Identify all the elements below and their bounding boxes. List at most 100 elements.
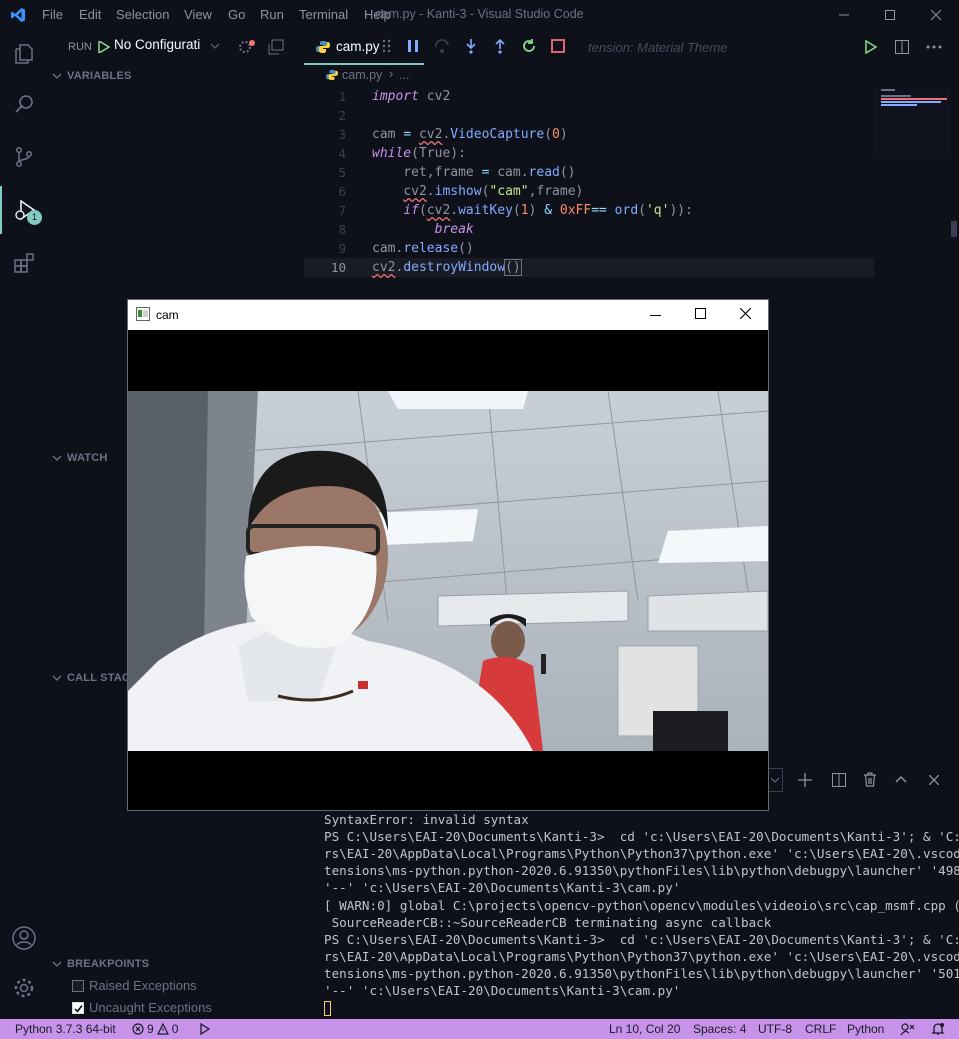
terminal[interactable]: SyntaxError: invalid syntax PS C:\Users\… <box>304 810 959 1020</box>
breadcrumb-file[interactable]: cam.py <box>342 68 382 82</box>
cam-close-icon[interactable] <box>740 308 751 319</box>
error-icon <box>132 1023 144 1035</box>
breakpoint-raised-exceptions[interactable]: Raised Exceptions <box>72 978 197 993</box>
code-line-10: cv2.destroyWindow() <box>372 259 522 276</box>
breakpoint-uncaught-exceptions[interactable]: Uncaught Exceptions <box>72 1000 212 1015</box>
terminal-line: PS C:\Users\EAI-20\Documents\Kanti-3> cd… <box>324 932 959 947</box>
run-debug-icon[interactable]: 1 <box>0 186 48 234</box>
split-editor-icon[interactable] <box>895 40 909 54</box>
breadcrumb: cam.py › ... <box>304 65 874 87</box>
cam-minimize-icon[interactable] <box>650 310 661 321</box>
code-line-7: if(cv2.waitKey(1) & 0xFF== ord('q')): <box>403 203 693 218</box>
cam-maximize-icon[interactable] <box>695 308 706 319</box>
raised-exceptions-checkbox[interactable] <box>72 979 84 992</box>
line-number: 5 <box>338 165 346 180</box>
step-into-icon[interactable] <box>463 38 479 54</box>
code-editor[interactable]: 1 2 3 4 5 6 7 8 9 10 import cv2 cam = cv… <box>304 87 874 287</box>
terminal-line: tensions\ms-python.python-2020.6.91350\p… <box>324 966 959 981</box>
cam-window[interactable]: cam <box>127 299 769 811</box>
debug-console-icon[interactable] <box>268 39 284 55</box>
chevron-down-icon <box>52 961 62 967</box>
watch-section-header[interactable]: WATCH <box>52 452 108 464</box>
chevron-down-icon <box>52 675 62 681</box>
breadcrumb-symbol[interactable]: ... <box>399 68 409 82</box>
webcam-frame-image <box>128 391 768 751</box>
line-number: 7 <box>338 203 346 218</box>
kill-terminal-trash-icon[interactable] <box>863 772 877 787</box>
run-label: RUN <box>68 41 92 53</box>
variables-title: VARIABLES <box>67 70 132 82</box>
python-file-icon <box>316 40 330 53</box>
editor-scrollbar[interactable] <box>949 87 959 627</box>
cam-window-titlebar[interactable]: cam <box>128 300 768 330</box>
close-panel-icon[interactable] <box>929 775 939 785</box>
stop-icon[interactable] <box>550 38 566 54</box>
code-line-5: ret,frame = cam.read() <box>372 165 576 180</box>
step-over-icon[interactable] <box>434 38 450 54</box>
encoding[interactable]: UTF-8 <box>758 1022 792 1036</box>
line-number: 1 <box>338 89 346 104</box>
chevron-down-icon <box>52 455 62 461</box>
code-line-1: import cv2 <box>372 89 451 104</box>
terminal-line: [ WARN:0] global C:\projects\opencv-pyth… <box>324 898 959 913</box>
extensions-icon[interactable] <box>0 239 48 287</box>
line-number: 3 <box>338 127 346 142</box>
cam-window-app-icon <box>136 307 150 321</box>
variables-section-header[interactable]: VARIABLES <box>52 70 132 82</box>
uncaught-exceptions-checkbox[interactable] <box>72 1001 84 1014</box>
split-terminal-icon[interactable] <box>832 773 846 787</box>
new-terminal-icon[interactable] <box>798 773 812 787</box>
explorer-icon[interactable] <box>0 30 48 78</box>
close-button[interactable] <box>913 0 959 30</box>
maximize-panel-chevron-up-icon[interactable] <box>895 775 907 783</box>
call-stack-section-header[interactable]: CALL STACK <box>52 672 138 684</box>
problems-indicator[interactable]: 9 0 <box>132 1022 178 1036</box>
line-number: 8 <box>338 222 346 237</box>
line-number: 4 <box>338 146 346 161</box>
terminal-line: tensions\ms-python.python-2020.6.91350\p… <box>324 863 959 878</box>
breakpoints-section-header[interactable]: BREAKPOINTS <box>52 958 149 970</box>
terminal-line: SyntaxError: invalid syntax <box>324 812 529 827</box>
run-status-icon[interactable] <box>200 1023 210 1035</box>
tab-overlay-text: tension: Material Theme <box>588 40 728 55</box>
terminal-line: rs\EAI-20\AppData\Local\Programs\Python\… <box>324 846 959 861</box>
code-line-9: cam.release() <box>372 241 474 256</box>
minimap[interactable] <box>873 87 949 157</box>
terminal-cursor <box>324 1001 331 1016</box>
indentation[interactable]: Spaces: 4 <box>693 1022 746 1036</box>
raised-exceptions-label: Raised Exceptions <box>89 978 197 993</box>
search-icon[interactable] <box>0 80 48 128</box>
minimize-button[interactable] <box>821 0 867 30</box>
maximize-button[interactable] <box>867 0 913 30</box>
end-of-line[interactable]: CRLF <box>805 1022 836 1036</box>
restart-icon[interactable] <box>521 38 537 54</box>
window-title: cam.py - Kanti-3 - Visual Studio Code <box>375 7 584 21</box>
account-icon[interactable] <box>0 914 48 962</box>
code-line-8: break <box>434 222 474 237</box>
pause-icon[interactable] <box>405 38 421 54</box>
notifications-bell-icon[interactable] <box>931 1022 945 1036</box>
watch-title: WATCH <box>67 452 108 464</box>
terminal-line: rs\EAI-20\AppData\Local\Programs\Python\… <box>324 949 959 964</box>
code-line-4: while(True): <box>372 146 466 161</box>
breadcrumb-separator: › <box>389 66 394 81</box>
language-mode[interactable]: Python <box>847 1022 884 1036</box>
warning-icon <box>156 1023 169 1035</box>
feedback-icon[interactable] <box>900 1022 916 1036</box>
launch-config-select[interactable]: No Configurati <box>114 37 226 57</box>
more-actions-icon[interactable] <box>926 45 942 49</box>
open-launch-json-gear-icon[interactable] <box>238 39 256 55</box>
run-python-file-icon[interactable] <box>865 40 877 54</box>
cursor-position[interactable]: Ln 10, Col 20 <box>609 1022 680 1036</box>
step-out-icon[interactable] <box>492 38 508 54</box>
launch-config-value: No Configurati <box>114 37 201 52</box>
drag-handle-icon[interactable] <box>382 38 392 54</box>
terminal-select[interactable] <box>769 768 783 792</box>
status-bar: Python 3.7.3 64-bit 9 0 Ln 10, Col 20 Sp… <box>0 1019 959 1039</box>
start-debugging-icon[interactable] <box>98 41 110 53</box>
line-number: 2 <box>338 108 346 123</box>
python-interpreter[interactable]: Python 3.7.3 64-bit <box>15 1022 116 1036</box>
settings-gear-icon[interactable] <box>0 964 48 1012</box>
source-control-icon[interactable] <box>0 133 48 181</box>
terminal-line: SourceReaderCB::~SourceReaderCB terminat… <box>324 915 772 930</box>
